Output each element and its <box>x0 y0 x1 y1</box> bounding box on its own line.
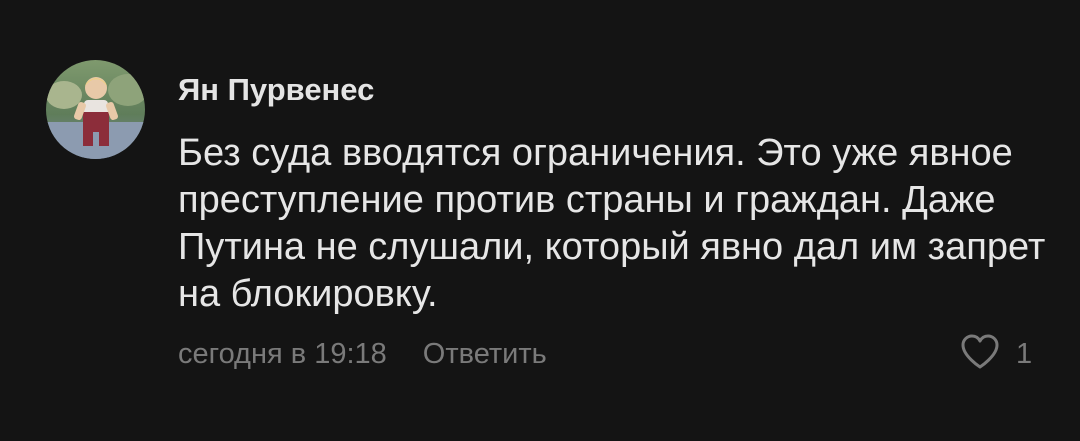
timestamp: сегодня в 19:18 <box>178 337 387 370</box>
comment: Ян Пурвенес Без суда вводятся ограничени… <box>0 0 1080 441</box>
like-count: 1 <box>1016 337 1033 370</box>
reply-button[interactable]: Ответить <box>423 338 547 371</box>
heart-outline-icon <box>960 334 1000 375</box>
comment-meta: сегодня в 19:18 Ответить <box>178 334 547 374</box>
comment-text: Без суда вводятся ограничения. Это уже я… <box>178 132 1046 315</box>
like-button[interactable]: 1 <box>960 334 1032 374</box>
avatar-image <box>46 60 145 159</box>
author-name[interactable]: Ян Пурвенес <box>178 72 374 108</box>
avatar[interactable] <box>46 60 145 159</box>
